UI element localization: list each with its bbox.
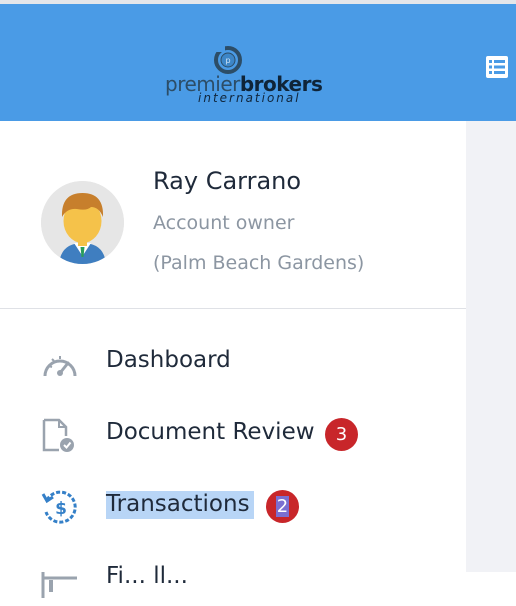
transactions-label-text: Transactions: [106, 491, 254, 519]
avatar[interactable]: [41, 181, 124, 264]
transactions-count-badge: 2: [266, 490, 299, 523]
svg-text:p: p: [225, 56, 230, 65]
document-review-count-badge: 3: [325, 418, 358, 451]
transactions-badge-value: 2: [275, 496, 290, 517]
chart-icon: [41, 572, 77, 598]
app-header: p premierbrokers international: [0, 4, 516, 121]
user-office: (Palm Beach Gardens): [153, 252, 365, 274]
content-panel: [466, 121, 516, 572]
document-check-icon: [42, 418, 74, 452]
nav-item-next[interactable]: Fi... ll...: [0, 550, 466, 606]
nav-label-transactions: Transactions: [106, 491, 254, 519]
speedometer-icon: [43, 356, 77, 377]
nav-item-dashboard[interactable]: Dashboard: [0, 334, 466, 390]
svg-text:$: $: [55, 499, 67, 519]
user-role: Account owner: [153, 212, 295, 234]
dollar-history-icon: $: [41, 490, 77, 524]
nav-label-document-review: Document Review: [106, 419, 315, 445]
company-logo[interactable]: p premierbrokers international: [165, 42, 323, 108]
user-avatar-icon: [41, 181, 124, 264]
sidebar: Ray Carrano Account owner (Palm Beach Ga…: [0, 121, 466, 598]
user-profile: Ray Carrano Account owner (Palm Beach Ga…: [0, 121, 466, 309]
list-icon[interactable]: [483, 53, 511, 81]
user-name: Ray Carrano: [153, 167, 302, 195]
nav-label-next: Fi... ll...: [106, 563, 188, 589]
nav-item-document-review[interactable]: Document Review 3: [0, 406, 466, 462]
logo-word-international: international: [198, 91, 301, 105]
nav-item-transactions[interactable]: $ Transactions 2: [0, 478, 466, 534]
nav-label-dashboard: Dashboard: [106, 347, 231, 373]
